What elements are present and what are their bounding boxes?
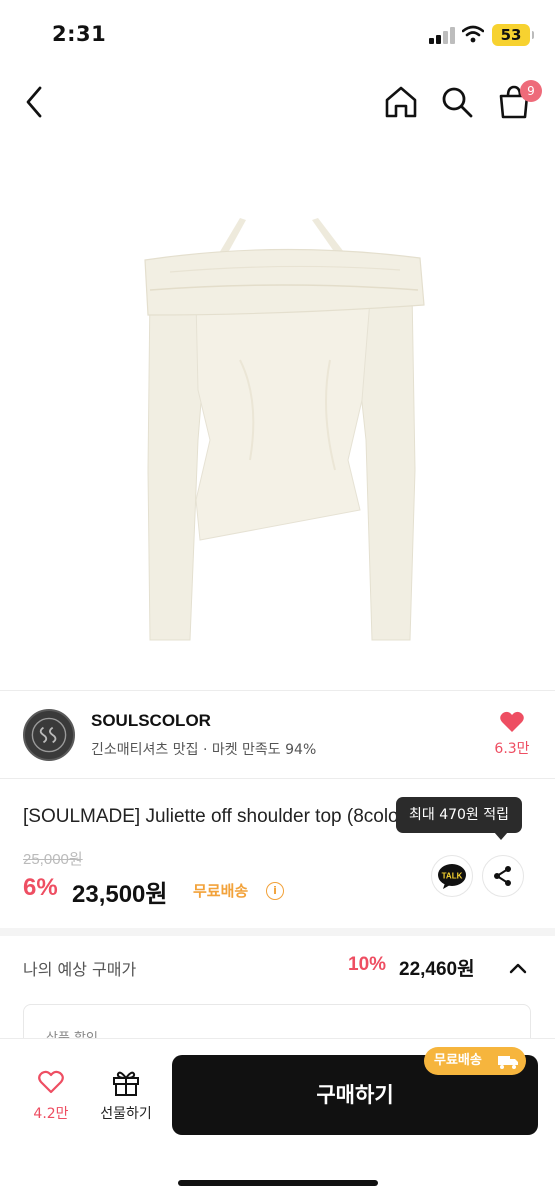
like-button[interactable]: 4.2만	[28, 1069, 74, 1129]
truck-icon	[498, 1056, 518, 1069]
home-icon[interactable]	[382, 82, 420, 122]
kakao-talk-share-button[interactable]: TALK	[431, 855, 473, 897]
status-bar: 2:31 53	[0, 0, 555, 70]
home-indicator	[178, 1180, 378, 1186]
seller-description: 긴소매티셔츠 맛집 · 마켓 만족도 94%	[91, 742, 317, 758]
chevron-up-icon[interactable]	[506, 956, 530, 980]
share-button[interactable]	[482, 855, 524, 897]
battery-indicator: 53	[492, 24, 534, 46]
bottom-action-bar: 4.2만 선물하기 구매하기 무료배송	[0, 1038, 555, 1200]
original-price: 25,000원	[23, 851, 83, 868]
status-time: 2:31	[52, 22, 107, 46]
expected-price: 22,460원	[399, 959, 475, 980]
product-title: [SOULMADE] Juliette off shoulder top (8c…	[23, 806, 412, 827]
heart-outline-icon	[38, 1070, 64, 1094]
search-icon[interactable]	[438, 82, 476, 122]
discount-rate: 6%	[23, 874, 58, 901]
free-shipping-label: 무료배송	[193, 882, 249, 900]
seller-row[interactable]: SOULSCOLOR 긴소매티셔츠 맛집 · 마켓 만족도 94% 6.3만	[0, 700, 555, 772]
free-shipping-badge-label: 무료배송	[434, 1053, 482, 1068]
divider	[0, 778, 555, 779]
talk-icon: TALK	[438, 864, 466, 889]
wifi-icon	[462, 25, 484, 43]
top-navigation: 9	[0, 70, 555, 134]
svg-text:TALK: TALK	[442, 872, 463, 881]
gift-icon	[113, 1071, 139, 1096]
seller-like-button[interactable]: 6.3만	[490, 710, 534, 760]
info-icon[interactable]: i	[266, 882, 284, 900]
product-image[interactable]	[0, 140, 555, 685]
gift-button[interactable]: 선물하기	[92, 1069, 160, 1129]
cart-count-badge: 9	[520, 80, 542, 102]
heart-icon	[500, 711, 524, 732]
gift-label: 선물하기	[100, 1106, 152, 1122]
section-divider	[0, 928, 555, 936]
seller-like-count: 6.3만	[494, 741, 530, 757]
like-count: 4.2만	[33, 1106, 69, 1122]
sale-price: 23,500원	[72, 881, 168, 908]
back-icon[interactable]	[18, 82, 54, 122]
seller-name[interactable]: SOULSCOLOR	[91, 711, 211, 731]
signal-icon	[429, 27, 455, 44]
expected-discount-rate: 10%	[348, 954, 387, 975]
share-icon	[494, 866, 511, 886]
divider	[0, 690, 555, 691]
expected-price-label: 나의 예상 구매가	[23, 960, 137, 979]
points-tooltip: 최대 470원 적립	[396, 797, 522, 840]
seller-logo[interactable]	[23, 709, 75, 761]
